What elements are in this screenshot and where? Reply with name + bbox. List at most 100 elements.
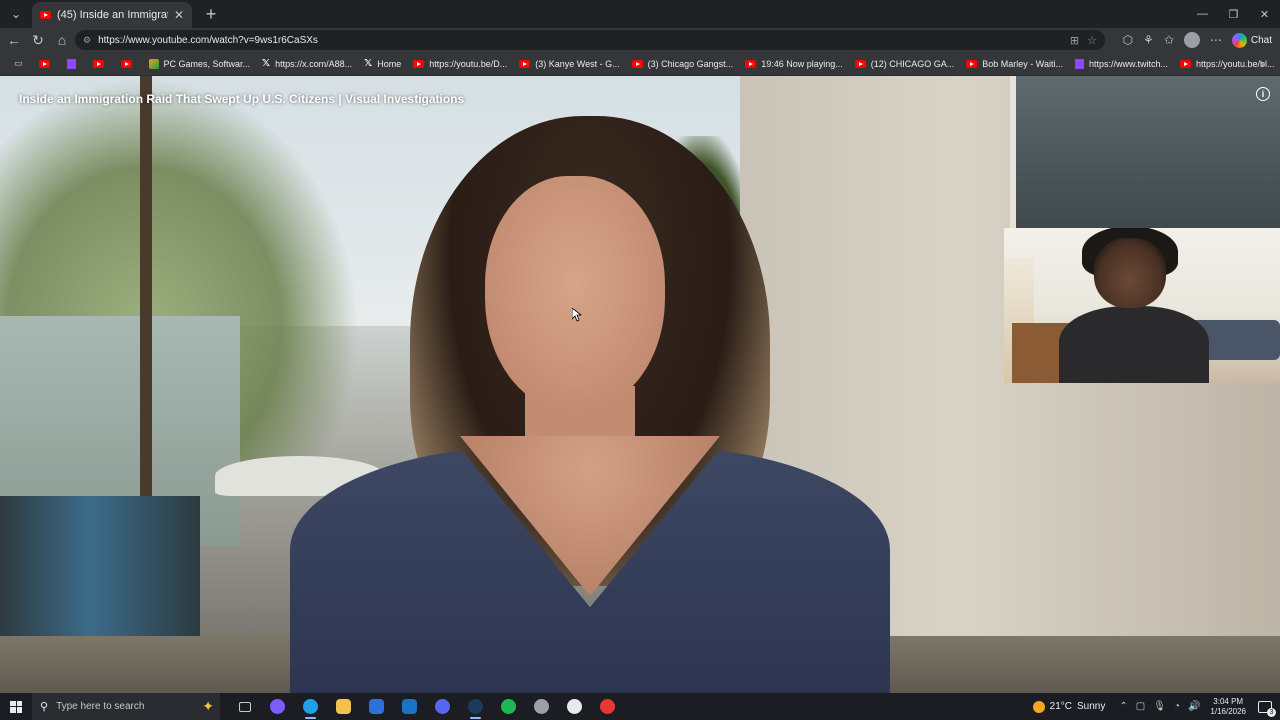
- browser-essentials-icon[interactable]: ⚘: [1143, 33, 1154, 47]
- taskbar-app-store[interactable]: [360, 693, 393, 720]
- youtube-icon: [120, 59, 132, 68]
- bookmark-item[interactable]: PC Games, Softwar...: [143, 54, 257, 74]
- network-icon[interactable]: ◔: [1174, 701, 1180, 712]
- bookmark-item[interactable]: [33, 54, 61, 74]
- taskbar-app-task-view[interactable]: [228, 693, 261, 720]
- site-info-icon[interactable]: ⚙: [83, 35, 91, 46]
- bookmark-item[interactable]: https://youtu.be/bl...: [1174, 54, 1280, 74]
- sun-icon: [1032, 700, 1045, 713]
- bookmark-item[interactable]: [87, 54, 115, 74]
- search-highlight-icon[interactable]: ✦: [202, 698, 214, 715]
- app-red-icon: [600, 699, 615, 714]
- back-arrow-icon[interactable]: ←: [2, 29, 26, 51]
- weather-temp: 21°C: [1049, 701, 1072, 712]
- taskbar-app-steam[interactable]: [459, 693, 492, 720]
- taskbar-app-copilot[interactable]: [261, 693, 294, 720]
- video-scene-window: [1010, 76, 1280, 236]
- toolbar-actions: ⬡ ⚘ ✩ ⋯ Chat: [1123, 28, 1272, 52]
- youtube-favicon-icon: [40, 11, 51, 19]
- home-icon[interactable]: ⌂: [50, 29, 74, 51]
- youtube-icon: [745, 59, 757, 68]
- favorite-star-icon[interactable]: ☆: [1087, 34, 1097, 47]
- video-subject-woman: [290, 116, 890, 693]
- refresh-icon[interactable]: ↻: [26, 29, 50, 51]
- bookmark-item[interactable]: (3) Kanye West - G...: [513, 54, 625, 74]
- show-hidden-icons-chevron-icon[interactable]: ⌃: [1119, 701, 1127, 712]
- weather-widget[interactable]: 21°C Sunny: [1032, 700, 1105, 713]
- notifications-icon[interactable]: [1258, 700, 1276, 717]
- chat-label: Chat: [1250, 34, 1272, 46]
- more-menu-icon[interactable]: ⋯: [1210, 33, 1222, 47]
- address-bar[interactable]: ⚙ https://www.youtube.com/watch?v=9ws1r6…: [75, 30, 1105, 50]
- microphone-icon[interactable]: 🎙: [1153, 701, 1166, 712]
- edge-icon: [303, 699, 318, 714]
- extensions-icon[interactable]: ⬡: [1123, 33, 1133, 47]
- bookmark-label: (12) CHICAGO GA...: [870, 58, 955, 69]
- taskbar-clock[interactable]: 3:04 PM 1/16/2026: [1210, 697, 1246, 717]
- bookmark-label: Home: [377, 58, 402, 69]
- bookmark-item[interactable]: 𝕏https://x.com/A88...: [256, 54, 358, 74]
- twitch-icon: [1074, 58, 1084, 69]
- bookmark-label: https://x.com/A88...: [275, 58, 353, 69]
- steam-icon: [468, 699, 483, 714]
- taskbar-search-box[interactable]: ⚲ Type here to search ✦: [32, 693, 220, 720]
- bookmark-item[interactable]: 𝕏 Home: [358, 54, 407, 74]
- reading-view-icon[interactable]: ▭: [8, 54, 33, 74]
- tab-search-chevron-icon[interactable]: ⌄: [4, 2, 28, 26]
- file-explorer-icon: [336, 699, 351, 714]
- taskbar-app-edge[interactable]: [294, 693, 327, 720]
- new-tab-button[interactable]: +: [198, 2, 224, 26]
- tray-app-icon[interactable]: ▢: [1136, 701, 1145, 712]
- video-player[interactable]: Inside an Immigration Raid That Swept Up…: [0, 76, 1280, 693]
- subject-face: [485, 176, 665, 411]
- address-url[interactable]: https://www.youtube.com/watch?v=9ws1r6Ca…: [98, 35, 318, 46]
- restore-button[interactable]: ❐: [1218, 0, 1249, 28]
- taskbar-app-app-red[interactable]: [591, 693, 624, 720]
- favorites-icon[interactable]: ✩: [1164, 33, 1174, 47]
- youtube-icon: [966, 59, 978, 68]
- bookmark-item[interactable]: https://youtu.be/D...: [407, 54, 513, 74]
- taskbar-app-outlook[interactable]: [393, 693, 426, 720]
- browser-tab-active[interactable]: (45) Inside an Immigration Raid Th ✕: [32, 2, 192, 28]
- clock-time: 3:04 PM: [1213, 696, 1244, 706]
- youtube-icon: [631, 59, 643, 68]
- twitch-icon: [66, 58, 76, 69]
- youtube-icon: [38, 59, 50, 68]
- taskbar-app-app-dark[interactable]: [558, 693, 591, 720]
- close-window-button[interactable]: ✕: [1249, 0, 1280, 28]
- store-icon: [369, 699, 384, 714]
- youtube-icon: [92, 59, 104, 68]
- start-button[interactable]: [0, 693, 32, 720]
- bookmark-item[interactable]: [61, 54, 87, 74]
- app-available-icon[interactable]: ⊞: [1070, 34, 1079, 47]
- youtube-icon: [854, 59, 866, 68]
- copilot-icon: [1231, 32, 1247, 48]
- video-title[interactable]: Inside an Immigration Raid That Swept Up…: [19, 92, 464, 106]
- windows-logo-icon: [10, 700, 22, 713]
- bookmarks-overflow-chevron-icon[interactable]: ›: [1260, 52, 1264, 76]
- bookmark-item[interactable]: https://www.twitch...: [1069, 54, 1174, 74]
- taskbar-app-app-gray[interactable]: [525, 693, 558, 720]
- video-scene-pole: [140, 76, 152, 496]
- profile-avatar-icon[interactable]: [1183, 32, 1200, 48]
- pc-games-icon: [148, 58, 159, 69]
- info-icon[interactable]: i: [1256, 87, 1270, 101]
- tab-close-icon[interactable]: ✕: [174, 8, 184, 22]
- bookmark-item[interactable]: Bob Marley - Waiti...: [960, 54, 1069, 74]
- tray-icons: ⌃ ▢ 🎙 ◔ 🔊: [1119, 701, 1200, 712]
- window-controls: — ❐ ✕: [1187, 0, 1280, 28]
- bookmark-item[interactable]: 19:46 Now playing...: [739, 54, 849, 74]
- taskbar-app-discord[interactable]: [426, 693, 459, 720]
- youtube-icon: [413, 59, 425, 68]
- volume-icon[interactable]: 🔊: [1188, 701, 1200, 712]
- taskbar-app-file-explorer[interactable]: [327, 693, 360, 720]
- taskbar-app-spotify[interactable]: [492, 693, 525, 720]
- copilot-icon: [270, 699, 285, 714]
- bookmark-item[interactable]: [115, 54, 143, 74]
- search-icon: ⚲: [40, 701, 49, 713]
- bookmark-item[interactable]: (12) CHICAGO GA...: [849, 54, 961, 74]
- bookmark-item[interactable]: (3) Chicago Gangst...: [626, 54, 740, 74]
- minimize-button[interactable]: —: [1187, 0, 1218, 28]
- copilot-chat-button[interactable]: Chat: [1231, 32, 1272, 48]
- spotify-icon: [501, 699, 516, 714]
